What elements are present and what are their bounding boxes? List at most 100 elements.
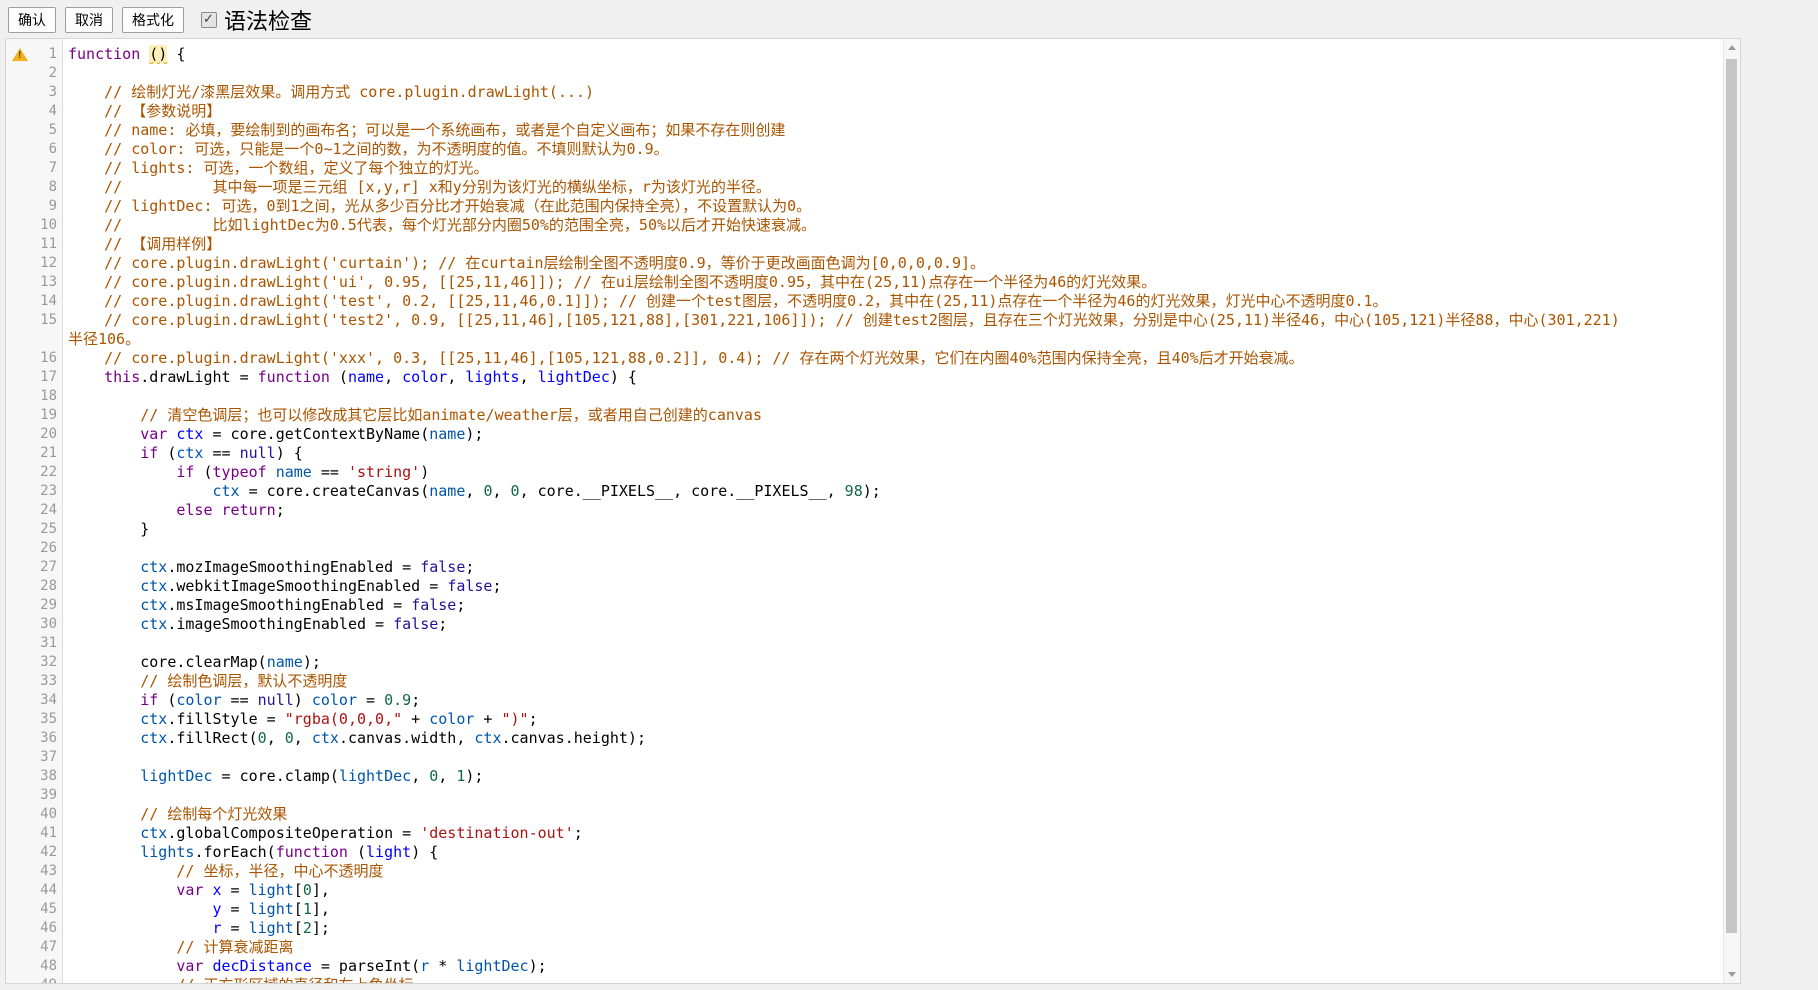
code-token[interactable]: ctx <box>474 729 501 747</box>
code-token[interactable]: // 绘制灯光/漆黑层效果。调用方式 core.plugin.drawLight… <box>68 83 594 101</box>
code-token[interactable]: 0 <box>258 729 267 747</box>
code-line[interactable]: 40 // 绘制每个灯光效果 <box>6 805 1723 824</box>
code-token[interactable]: .canvas.width, <box>339 729 474 747</box>
code-token[interactable]: // 比如lightDec为0.5代表，每个灯光部分内圈50%的范围全亮，50%… <box>68 216 816 234</box>
code-token[interactable]: ( <box>194 463 212 481</box>
code-line[interactable]: 12 // core.plugin.drawLight('curtain'); … <box>6 254 1723 273</box>
code-text[interactable]: // name: 必填，要绘制到的画布名；可以是一个系统画布，或者是个自定义画布… <box>62 121 1723 140</box>
code-token[interactable]: name <box>429 482 465 500</box>
code-token[interactable] <box>68 501 176 519</box>
code-token[interactable]: == <box>312 463 348 481</box>
code-token[interactable]: name <box>348 368 384 386</box>
code-token[interactable]: ( <box>348 843 366 861</box>
code-token[interactable]: , <box>447 368 465 386</box>
code-token[interactable]: .mozImageSmoothingEnabled = <box>167 558 420 576</box>
code-line[interactable]: 49 // 正方形区域的直径和左上角坐标 <box>6 976 1723 983</box>
code-token[interactable]: + <box>402 710 429 728</box>
code-text[interactable]: // 【调用样例】 <box>62 235 1723 254</box>
code-token[interactable]: 0 <box>511 482 520 500</box>
code-text[interactable]: y = light[1], <box>62 900 1723 919</box>
code-token[interactable]: ctx <box>140 577 167 595</box>
code-token[interactable] <box>68 558 140 576</box>
code-token[interactable]: = core.clamp( <box>213 767 339 785</box>
code-token[interactable]: == <box>203 444 239 462</box>
code-token[interactable]: ( <box>330 368 348 386</box>
code-token[interactable]: color <box>312 691 357 709</box>
code-token[interactable] <box>203 881 212 899</box>
code-text[interactable]: // 绘制灯光/漆黑层效果。调用方式 core.plugin.drawLight… <box>62 83 1723 102</box>
code-token[interactable]: // 【调用样例】 <box>68 235 221 253</box>
code-line[interactable]: 38 lightDec = core.clamp(lightDec, 0, 1)… <box>6 767 1723 786</box>
code-text[interactable]: else return; <box>62 501 1723 520</box>
code-token[interactable]: light <box>249 900 294 918</box>
code-token[interactable]: y <box>213 900 222 918</box>
code-text[interactable]: var x = light[0], <box>62 881 1723 900</box>
code-token[interactable]: .msImageSmoothingEnabled = <box>167 596 411 614</box>
code-token[interactable] <box>68 881 176 899</box>
code-line[interactable]: 半径106。 <box>6 330 1723 349</box>
code-token[interactable]: ; <box>411 691 420 709</box>
code-line[interactable]: 45 y = light[1], <box>6 900 1723 919</box>
code-token[interactable]: decDistance <box>213 957 312 975</box>
code-text[interactable]: function () { <box>62 45 1723 64</box>
code-token[interactable] <box>68 425 140 443</box>
code-token[interactable]: false <box>393 615 438 633</box>
code-token[interactable]: r <box>213 919 222 937</box>
code-line[interactable]: 31 <box>6 634 1723 653</box>
code-token[interactable]: + <box>474 710 501 728</box>
code-lines[interactable]: 1function () {23 // 绘制灯光/漆黑层效果。调用方式 core… <box>6 39 1723 983</box>
code-line[interactable]: 8 // 其中每一项是三元组 [x,y,r] x和y分别为该灯光的横纵坐标，r为… <box>6 178 1723 197</box>
code-token[interactable]: light <box>249 919 294 937</box>
code-line[interactable]: 15 // core.plugin.drawLight('test2', 0.9… <box>6 311 1723 330</box>
code-token[interactable]: ; <box>529 710 538 728</box>
code-line[interactable]: 34 if (color == null) color = 0.9; <box>6 691 1723 710</box>
code-token[interactable]: ctx <box>140 558 167 576</box>
code-token[interactable]: , <box>465 482 483 500</box>
code-token[interactable]: 0.9 <box>384 691 411 709</box>
code-token[interactable] <box>68 444 140 462</box>
code-token[interactable]: [ <box>294 900 303 918</box>
code-text[interactable]: // 绘制每个灯光效果 <box>62 805 1723 824</box>
code-token[interactable]: { <box>167 45 185 63</box>
code-line[interactable]: 20 var ctx = core.getContextByName(name)… <box>6 425 1723 444</box>
code-token[interactable]: ) { <box>610 368 637 386</box>
format-button[interactable]: 格式化 <box>122 7 184 33</box>
code-token[interactable]: color <box>176 691 221 709</box>
code-token[interactable]: 'destination-out' <box>420 824 574 842</box>
code-token[interactable]: // 正方形区域的直径和左上角坐标 <box>68 976 413 983</box>
code-token[interactable]: ; <box>574 824 583 842</box>
code-token[interactable]: .forEach( <box>194 843 275 861</box>
code-token[interactable] <box>203 957 212 975</box>
code-line[interactable]: 22 if (typeof name == 'string') <box>6 463 1723 482</box>
code-text[interactable]: // 绘制色调层，默认不透明度 <box>62 672 1723 691</box>
code-text[interactable] <box>62 539 1723 558</box>
code-line[interactable]: 35 ctx.fillStyle = "rgba(0,0,0," + color… <box>6 710 1723 729</box>
code-token[interactable]: ctx <box>140 729 167 747</box>
code-token[interactable]: color <box>429 710 474 728</box>
code-token[interactable] <box>68 824 140 842</box>
code-text[interactable]: // core.plugin.drawLight('curtain'); // … <box>62 254 1723 273</box>
code-line[interactable]: 1function () { <box>6 45 1723 64</box>
lint-warning-icon[interactable] <box>12 48 28 61</box>
code-token[interactable]: ) { <box>411 843 438 861</box>
code-line[interactable]: 46 r = light[2]; <box>6 919 1723 938</box>
code-token[interactable]: .drawLight = <box>140 368 257 386</box>
scrollbar-thumb[interactable] <box>1726 59 1737 933</box>
code-text[interactable]: r = light[2]; <box>62 919 1723 938</box>
code-token[interactable]: = core.getContextByName( <box>203 425 429 443</box>
code-text[interactable]: // 清空色调层；也可以修改成其它层比如animate/weather层，或者用… <box>62 406 1723 425</box>
code-token[interactable]: ], <box>312 881 330 899</box>
code-text[interactable]: // 坐标，半径，中心不透明度 <box>62 862 1723 881</box>
code-text[interactable]: } <box>62 520 1723 539</box>
code-token[interactable]: ctx <box>213 482 240 500</box>
code-text[interactable]: 半径106。 <box>62 330 1723 349</box>
code-token[interactable]: else <box>176 501 212 519</box>
code-text[interactable]: if (color == null) color = 0.9; <box>62 691 1723 710</box>
code-line[interactable]: 21 if (ctx == null) { <box>6 444 1723 463</box>
code-text[interactable]: ctx.msImageSmoothingEnabled = false; <box>62 596 1723 615</box>
code-text[interactable]: ctx.fillRect(0, 0, ctx.canvas.width, ctx… <box>62 729 1723 748</box>
code-text[interactable]: lights.forEach(function (light) { <box>62 843 1723 862</box>
code-token[interactable]: .canvas.height); <box>502 729 647 747</box>
code-token[interactable]: name <box>276 463 312 481</box>
code-text[interactable] <box>62 634 1723 653</box>
